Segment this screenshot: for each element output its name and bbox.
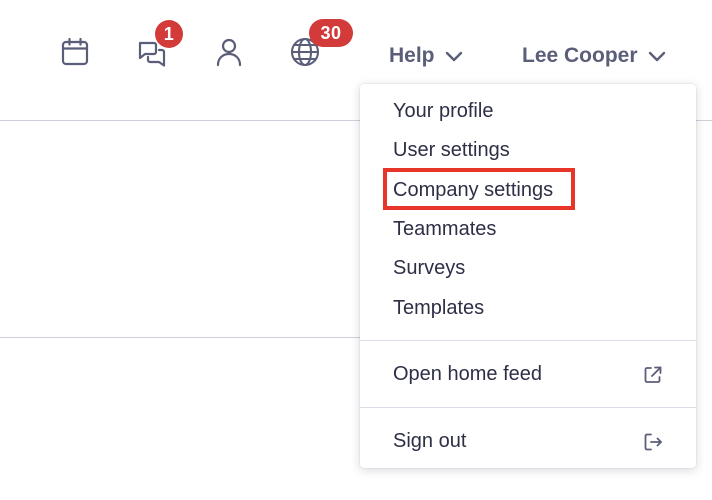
help-menu-button[interactable]: Help (389, 40, 463, 72)
calendar-icon (61, 37, 89, 66)
page: 1 30 Help Lee Cooper Your profile User s… (0, 0, 712, 500)
menu-item-label: Sign out (393, 430, 467, 452)
chevron-down-icon (648, 51, 665, 62)
help-menu-label: Help (389, 44, 435, 67)
sign-out-icon (644, 433, 662, 450)
menu-item-open-home-feed[interactable]: Open home feed (360, 355, 696, 394)
menu-item-label: Your profile (393, 100, 494, 122)
menu-divider (360, 340, 696, 341)
globe-badge: 30 (309, 19, 353, 47)
menu-item-templates[interactable]: Templates (360, 289, 696, 328)
menu-item-company-settings[interactable]: Company settings (360, 171, 696, 210)
external-link-icon (644, 366, 662, 383)
menu-item-label: User settings (393, 139, 510, 161)
menu-item-label: Surveys (393, 257, 466, 279)
menu-item-label: Templates (393, 297, 485, 319)
menu-item-label: Company settings (393, 179, 554, 201)
menu-divider (360, 407, 696, 408)
user-icon (216, 38, 242, 67)
content-divider (0, 337, 360, 338)
profile-button[interactable] (211, 34, 247, 70)
menu-item-label: Teammates (393, 218, 497, 240)
menu-item-label: Open home feed (393, 363, 542, 385)
messages-badge: 1 (155, 20, 183, 48)
user-menu-label: Lee Cooper (522, 44, 638, 67)
menu-item-sign-out[interactable]: Sign out (360, 422, 696, 461)
user-menu-button[interactable]: Lee Cooper (522, 40, 666, 72)
user-dropdown-menu: Your profile User settings Company setti… (360, 84, 696, 468)
menu-item-surveys[interactable]: Surveys (360, 249, 696, 288)
calendar-button[interactable] (57, 34, 93, 70)
menu-item-teammates[interactable]: Teammates (360, 210, 696, 249)
menu-item-your-profile[interactable]: Your profile (360, 92, 696, 131)
menu-item-user-settings[interactable]: User settings (360, 131, 696, 170)
chevron-down-icon (445, 51, 462, 62)
